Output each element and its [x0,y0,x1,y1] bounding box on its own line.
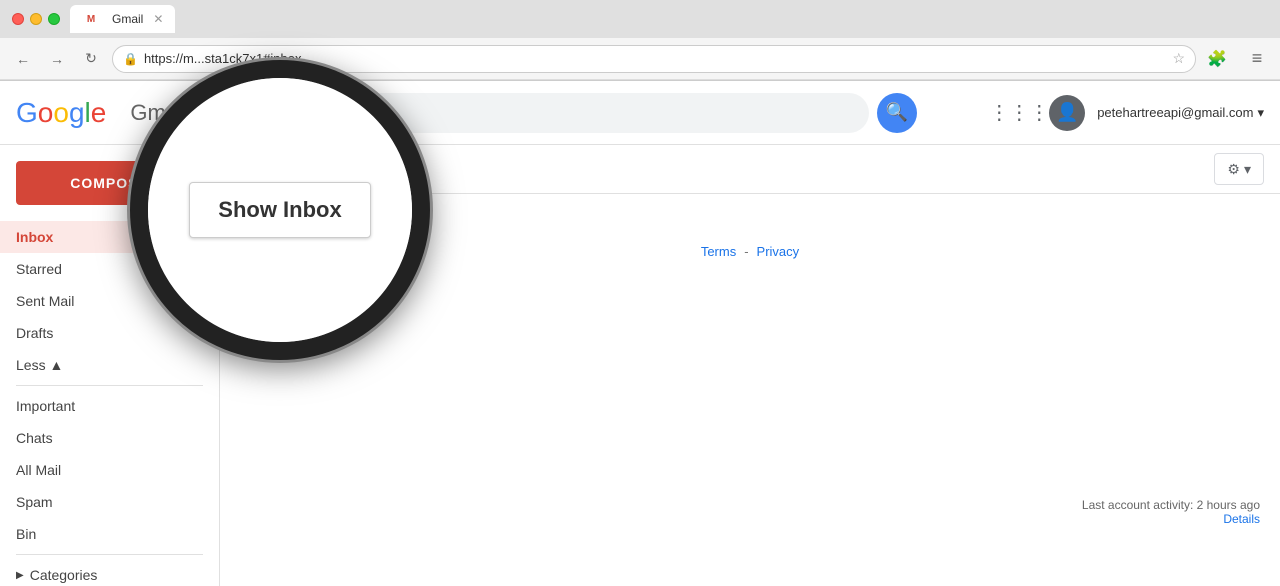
settings-dropdown-arrow: ▾ [1244,161,1251,178]
search-icon: 🔍 [886,102,908,123]
sidebar-divider [16,385,203,386]
gear-icon: ⚙ [1227,161,1240,178]
user-email-text: petehartreeapi@gmail.com [1097,105,1253,120]
logo-o2: o [53,97,69,129]
privacy-link[interactable]: Privacy [757,244,800,259]
footer-separator: - [744,244,748,259]
logo-e: e [91,97,107,129]
sidebar-item-less[interactable]: Less ▲ [0,349,203,381]
sidebar-item-spam[interactable]: Spam [0,486,203,518]
sidebar-item-chats[interactable]: Chats [0,422,203,454]
search-button[interactable]: 🔍 [877,93,917,133]
sidebar-chats-label: Chats [16,430,187,446]
avatar-icon: 👤 [1056,102,1078,123]
footer-links: Terms - Privacy [701,244,799,259]
avatar[interactable]: 👤 [1049,95,1085,131]
sidebar-divider-2 [16,554,203,555]
categories-arrow-icon: ▶ [16,570,24,581]
terms-link[interactable]: Terms [701,244,736,259]
browser-tab[interactable]: M Gmail ✕ [70,5,175,33]
sidebar-drafts-label: Drafts [16,325,187,341]
reload-button[interactable]: ↻ [78,46,104,72]
menu-icon[interactable]: ≡ [1244,46,1270,72]
tab-favicon: M [82,10,100,28]
magnifier-content: Show Inbox [148,78,412,342]
ssl-lock-icon: 🔒 [123,52,138,66]
sidebar-item-allmail[interactable]: All Mail [0,454,203,486]
sidebar-item-categories[interactable]: ▶ Categories [0,559,203,586]
sidebar-item-bin[interactable]: Bin [0,518,203,550]
last-activity-text: Last account activity: 2 hours ago [1082,498,1260,512]
header-actions: ⋮⋮⋮ 👤 petehartreeapi@gmail.com ▾ [1001,95,1264,131]
logo-g2: g [69,97,85,129]
sidebar-important-label: Important [16,398,187,414]
user-dropdown-arrow[interactable]: ▾ [1257,105,1264,121]
show-inbox-button[interactable]: Show Inbox [189,182,370,238]
logo-o1: o [38,97,54,129]
sidebar-allmail-label: All Mail [16,462,187,478]
close-button[interactable] [12,13,24,25]
magnifier-overlay: Show Inbox [130,60,430,360]
traffic-lights [12,13,60,25]
sidebar-item-drafts[interactable]: Drafts [0,317,203,349]
bookmark-icon[interactable]: ☆ [1172,50,1185,67]
maximize-button[interactable] [48,13,60,25]
sidebar-spam-label: Spam [16,494,187,510]
sidebar-item-important[interactable]: Important [0,390,203,422]
apps-grid-icon[interactable]: ⋮⋮⋮ [1001,95,1037,131]
last-activity: Last account activity: 2 hours ago Detai… [1082,498,1260,526]
minimize-button[interactable] [30,13,42,25]
back-button[interactable]: ← [10,46,36,72]
forward-button[interactable]: → [44,46,70,72]
details-link[interactable]: Details [1082,512,1260,526]
sidebar-categories-label: Categories [30,567,187,583]
tab-title: Gmail [112,12,143,26]
extensions-icon[interactable]: 🧩 [1204,46,1230,72]
google-logo: G o o g l e [16,97,106,129]
sidebar-bin-label: Bin [16,526,187,542]
settings-button[interactable]: ⚙ ▾ [1214,153,1264,185]
user-email-display[interactable]: petehartreeapi@gmail.com ▾ [1097,105,1264,121]
sidebar-less-label: Less ▲ [16,357,187,373]
logo-g: G [16,97,38,129]
tab-close-icon[interactable]: ✕ [153,12,163,26]
